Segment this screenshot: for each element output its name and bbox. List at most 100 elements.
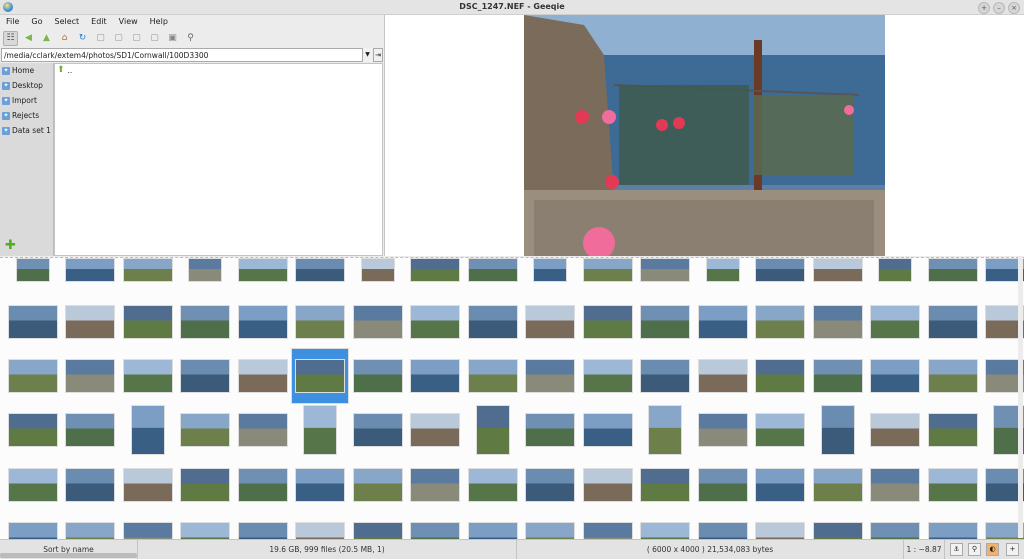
thumbnail[interactable] (640, 258, 691, 282)
exif-rotate-icon[interactable]: ⚓ (950, 543, 963, 556)
menu-view[interactable]: View (113, 15, 144, 28)
menu-go[interactable]: Go (25, 15, 48, 28)
thumbnail[interactable] (295, 258, 346, 282)
up-folder-icon[interactable]: ▲ (39, 31, 54, 46)
thumbnail[interactable] (525, 305, 576, 339)
path-history-dropdown[interactable]: ▼ (362, 48, 372, 62)
thumbnail[interactable] (697, 468, 748, 502)
thumbnail[interactable] (352, 522, 403, 540)
thumbnail[interactable] (352, 359, 403, 393)
thumbnail[interactable] (122, 468, 173, 502)
thumbnail[interactable] (525, 522, 576, 540)
window-restore-button[interactable]: + (978, 2, 990, 14)
thumbnail[interactable] (812, 468, 863, 502)
window-close-button[interactable]: × (1008, 2, 1020, 14)
thumbnail[interactable] (122, 258, 173, 282)
thumbnail[interactable] (180, 413, 231, 447)
thumbnail[interactable] (582, 522, 633, 540)
thumbnail[interactable] (927, 359, 978, 393)
thumbnail[interactable] (410, 522, 461, 540)
preferences-icon[interactable]: ▣ (165, 31, 180, 46)
thumbnail[interactable] (697, 413, 748, 447)
thumbnail[interactable] (705, 258, 740, 282)
thumbnail[interactable] (237, 305, 288, 339)
thumbnail[interactable] (820, 405, 855, 455)
bookmark-rejects[interactable]: ✦ Rejects (0, 108, 53, 123)
thumbnail[interactable] (15, 258, 50, 282)
thumbnail[interactable] (7, 522, 58, 540)
thumbnail[interactable] (410, 258, 461, 282)
thumbnail[interactable] (295, 522, 346, 540)
sort-scrollbar[interactable] (0, 553, 137, 558)
path-input[interactable]: /media/cclark/extem4/photos/SD1/Cornwall… (1, 48, 372, 62)
refresh-icon[interactable]: ↻ (75, 31, 90, 46)
image-preview[interactable] (384, 15, 1024, 256)
menu-file[interactable]: File (0, 15, 25, 28)
bookmark-desktop[interactable]: ✦ Desktop (0, 78, 53, 93)
thumbnail[interactable] (65, 258, 116, 282)
thumbnail[interactable] (180, 305, 231, 339)
thumbnail[interactable] (467, 258, 518, 282)
thumbnail[interactable] (237, 413, 288, 447)
thumbnail[interactable] (467, 359, 518, 393)
menu-help[interactable]: Help (144, 15, 174, 28)
thumbnail[interactable] (697, 359, 748, 393)
bookmark-import[interactable]: ✦ Import (0, 93, 53, 108)
color-picker-icon[interactable]: ⚲ (968, 543, 981, 556)
thumbnail[interactable] (582, 359, 633, 393)
back-icon[interactable]: ◀ (21, 31, 36, 46)
thumbnail[interactable] (410, 359, 461, 393)
path-go-button[interactable]: ⇥ (373, 48, 383, 62)
thumbnail[interactable] (640, 468, 691, 502)
zoom-out-icon[interactable]: ▢ (111, 31, 126, 46)
menu-select[interactable]: Select (48, 15, 85, 28)
thumbnail[interactable] (360, 258, 395, 282)
bookmark-data-set-1[interactable]: ✦ Data set 1 (0, 123, 53, 138)
thumbnail[interactable] (640, 522, 691, 540)
thumbnail[interactable] (180, 522, 231, 540)
thumbnail[interactable] (755, 468, 806, 502)
thumbnail[interactable] (475, 405, 510, 455)
thumbnail[interactable] (870, 468, 921, 502)
thumbnail[interactable] (755, 305, 806, 339)
thumbnail[interactable] (188, 258, 223, 282)
thumbnail[interactable] (65, 522, 116, 540)
thumbnail[interactable] (755, 258, 806, 282)
thumbnail-scrollbar[interactable] (1018, 257, 1023, 538)
thumbnail[interactable] (130, 405, 165, 455)
thumbnail[interactable] (525, 468, 576, 502)
thumbnail[interactable] (533, 258, 568, 282)
thumbnail[interactable] (295, 359, 346, 393)
thumbnail[interactable] (640, 359, 691, 393)
thumbnail[interactable] (352, 305, 403, 339)
thumbnail[interactable] (65, 468, 116, 502)
thumbnail[interactable] (303, 405, 338, 455)
color-profile-icon[interactable]: ◐ (986, 543, 999, 556)
write-mode-icon[interactable]: + (1006, 543, 1019, 556)
thumbnail[interactable] (582, 305, 633, 339)
thumbnail[interactable] (410, 305, 461, 339)
thumbnail[interactable] (697, 305, 748, 339)
window-minimize-button[interactable]: – (993, 2, 1005, 14)
thumbnail[interactable] (582, 468, 633, 502)
zoom-in-icon[interactable]: ▢ (93, 31, 108, 46)
thumbnail[interactable] (927, 413, 978, 447)
thumbnail[interactable] (237, 468, 288, 502)
thumbnail[interactable] (122, 305, 173, 339)
thumbnail[interactable] (927, 258, 978, 282)
bookmark-home[interactable]: ✦ Home (0, 63, 53, 78)
thumbnail[interactable] (812, 522, 863, 540)
thumbnail[interactable] (180, 359, 231, 393)
thumbnail[interactable] (870, 359, 921, 393)
thumbnail[interactable] (7, 359, 58, 393)
thumbnail[interactable] (7, 413, 58, 447)
thumbnail[interactable] (65, 413, 116, 447)
thumbnail[interactable] (648, 405, 683, 455)
thumbnail[interactable] (870, 522, 921, 540)
thumbnail[interactable] (352, 413, 403, 447)
thumbnail[interactable] (7, 305, 58, 339)
float-icon[interactable]: ⚲ (183, 31, 198, 46)
thumbnail[interactable] (237, 258, 288, 282)
thumbnail[interactable] (65, 359, 116, 393)
thumbnail[interactable] (352, 468, 403, 502)
